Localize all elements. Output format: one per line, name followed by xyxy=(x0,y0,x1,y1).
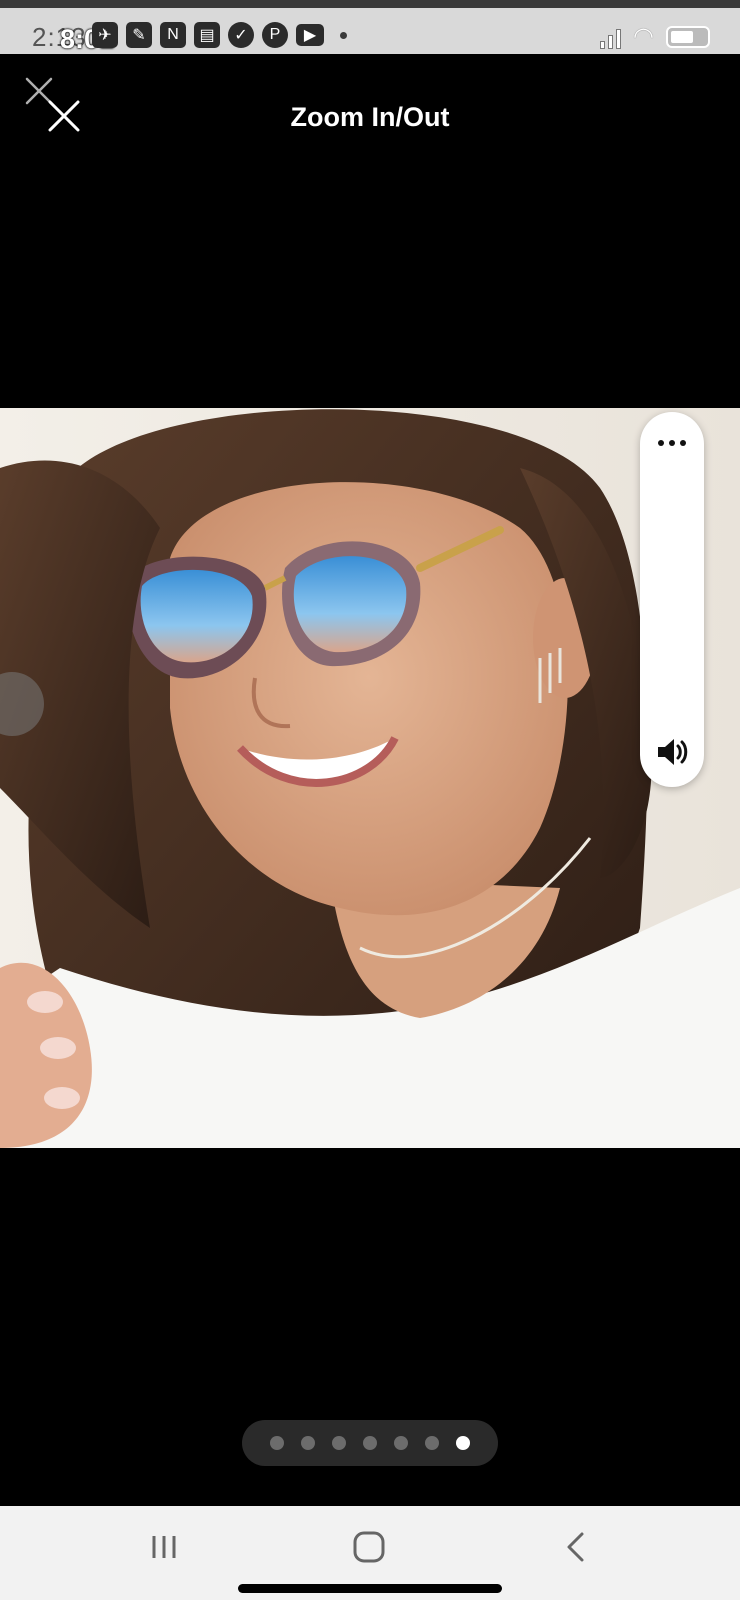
page-dot[interactable] xyxy=(363,1436,377,1450)
home-indicator xyxy=(238,1584,502,1593)
check-icon: ✓ xyxy=(228,22,254,48)
signal-icon xyxy=(600,25,622,49)
system-navigation-bar xyxy=(0,1506,740,1600)
recent-apps-button[interactable] xyxy=(148,1532,180,1562)
page-dot[interactable] xyxy=(394,1436,408,1450)
pinterest-icon: P xyxy=(262,22,288,48)
side-control-panel xyxy=(640,412,704,787)
volume-button[interactable] xyxy=(652,732,692,772)
page-dot[interactable] xyxy=(425,1436,439,1450)
status-bar: 2:13 8:01 ✈ ✎ N ▤ ✓ P ▶ ◠ xyxy=(0,0,740,54)
photo-image xyxy=(0,408,740,1148)
wifi-icon: ◠ xyxy=(633,23,654,50)
page-title: Zoom In/Out xyxy=(290,102,450,132)
notification-icons: ✈ ✎ N ▤ ✓ P ▶ xyxy=(92,22,347,48)
home-button[interactable] xyxy=(352,1530,386,1564)
app-notification-icon: N xyxy=(160,22,186,48)
more-notifications-dot xyxy=(340,31,347,39)
news-icon: ▤ xyxy=(194,22,220,48)
page-dot[interactable] xyxy=(301,1436,315,1450)
more-options-button[interactable] xyxy=(650,428,694,458)
pagination-indicator[interactable] xyxy=(242,1420,498,1466)
zoomable-photo[interactable] xyxy=(0,408,740,1148)
more-dots-icon xyxy=(658,440,664,446)
youtube-icon: ▶ xyxy=(296,24,324,46)
page-dot[interactable] xyxy=(332,1436,346,1450)
battery-icon xyxy=(666,25,710,48)
screen: 2:13 8:01 ✈ ✎ N ▤ ✓ P ▶ ◠ Zoom In/Out xyxy=(0,0,740,1600)
app-notification-icon: ✎ xyxy=(126,22,152,48)
back-button[interactable] xyxy=(562,1530,590,1564)
system-icons: ◠ xyxy=(600,22,710,51)
page-dot-active[interactable] xyxy=(456,1436,470,1450)
home-icon xyxy=(353,1531,385,1563)
back-icon xyxy=(567,1532,584,1562)
volume-icon xyxy=(658,739,674,765)
page-dot[interactable] xyxy=(270,1436,284,1450)
app-notification-icon: ✈ xyxy=(92,22,118,48)
